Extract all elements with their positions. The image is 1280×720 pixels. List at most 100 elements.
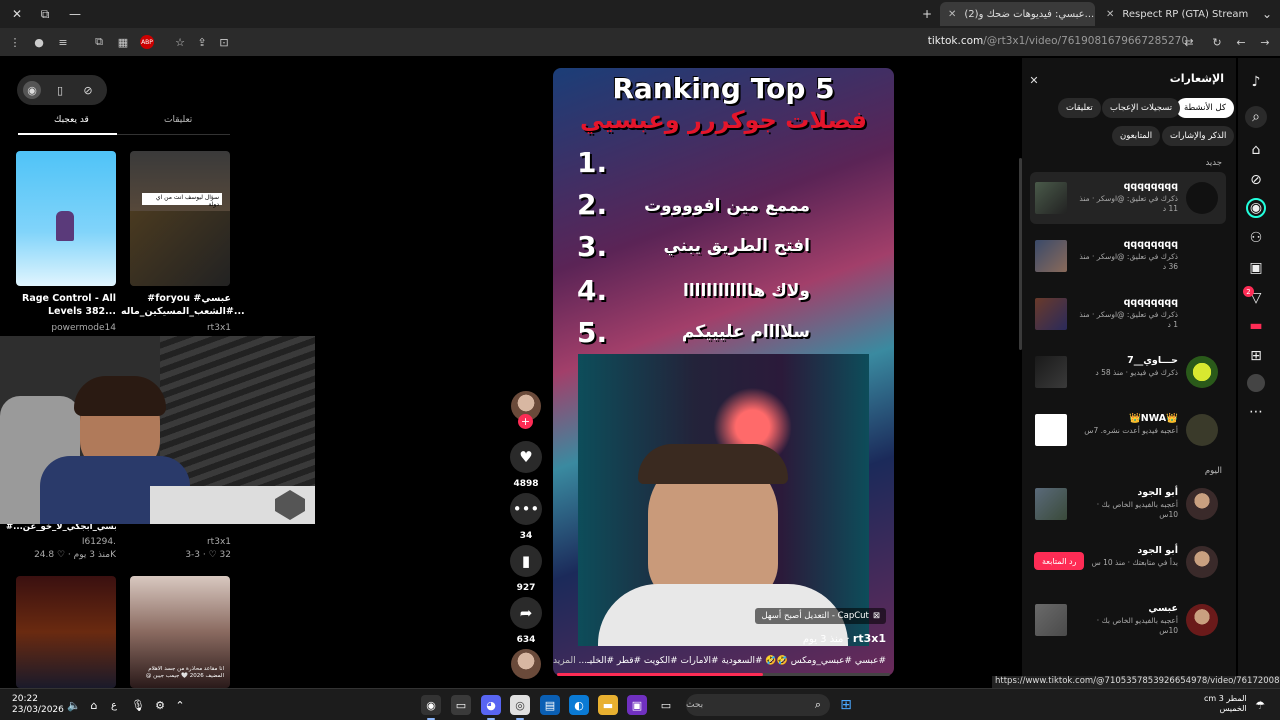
notification-thumbnail[interactable] xyxy=(1035,488,1067,520)
bookmark-star-icon[interactable]: ☆ xyxy=(171,33,189,51)
chip-mentions[interactable]: الذكر والإشارات xyxy=(1162,126,1235,146)
chrome-icon[interactable]: ◎ xyxy=(510,695,530,720)
activity-icon[interactable]: ▬ xyxy=(1246,316,1266,336)
video-author-4[interactable]: rt3x1 xyxy=(121,537,231,547)
chip-all-activity[interactable]: كل الأنشطة xyxy=(1176,98,1234,118)
notification-thumbnail[interactable] xyxy=(1035,240,1067,272)
compass-icon[interactable]: ⊘ xyxy=(79,81,97,99)
live-icon[interactable]: ▣ xyxy=(1246,258,1266,278)
more-icon[interactable]: ⋯ xyxy=(1246,402,1266,422)
tray-chevron-icon[interactable]: ⌃ xyxy=(170,695,190,715)
extension-shield-icon[interactable]: ● xyxy=(30,33,48,51)
notification-thumbnail[interactable] xyxy=(1035,414,1067,446)
screenshot-icon[interactable]: ⊡ xyxy=(215,33,233,51)
security-icon[interactable]: ⚙ xyxy=(150,695,170,715)
photoshop-icon[interactable]: ▣ xyxy=(627,695,647,715)
notification-thumbnail[interactable] xyxy=(1035,356,1067,388)
notification-thumbnail[interactable] xyxy=(1035,298,1067,330)
discord-icon[interactable]: ◕ xyxy=(481,695,501,720)
close-icon[interactable]: ✕ xyxy=(1026,72,1042,88)
tab-respect-rp[interactable]: ✕ Respect RP (GTA) Streaming - L K xyxy=(1098,2,1248,26)
menu-icon[interactable]: ⋮ xyxy=(6,33,24,51)
video-title-2[interactable]: #foryou #عبسي #الشعب_المسيكين_ماله... xyxy=(121,292,245,318)
tiktok-logo-icon[interactable]: ♪ xyxy=(1246,72,1266,92)
clock[interactable]: 20:22 23/03/2026 xyxy=(12,694,64,716)
save-action[interactable]: ▮ 927 xyxy=(510,545,542,593)
tab-tiktok[interactable]: ✕ (2)عبسي: فيديوهات ضحك و... ♪ xyxy=(940,2,1095,26)
avatar[interactable] xyxy=(1186,546,1218,578)
chip-comments[interactable]: تعليقات xyxy=(1058,98,1101,118)
follow-plus-icon[interactable]: + xyxy=(518,414,533,429)
site-settings-icon[interactable]: ⇄ xyxy=(1180,33,1198,51)
chip-likes[interactable]: تسجيلات الإعجاب xyxy=(1102,98,1181,118)
weather-widget[interactable]: المطر 3 cm الخميس xyxy=(1204,694,1247,714)
windows-start-icon[interactable]: ⊞ xyxy=(836,695,856,715)
notification-item[interactable]: qqqqqqqq ذكرك في تعليق: @اوسكر · منذ 1 د xyxy=(1030,288,1226,340)
upload-icon[interactable]: ⊞ xyxy=(1246,346,1266,366)
search-icon[interactable]: ⌕ xyxy=(1245,106,1267,128)
extensions-icon[interactable]: ⧉ xyxy=(90,33,108,51)
url-field[interactable]: tiktok.com/@rt3x1/video/7619081679667285… xyxy=(928,35,1188,47)
forward-icon[interactable]: ← xyxy=(1232,33,1250,51)
video-thumb-5[interactable] xyxy=(16,576,116,688)
store-icon[interactable]: ▤ xyxy=(540,695,560,715)
comment-action[interactable]: ••• 34 xyxy=(510,493,542,541)
tab-comments[interactable]: تعليقات xyxy=(164,115,192,125)
new-tab-icon[interactable]: + xyxy=(912,0,942,28)
microphone-icon[interactable]: 🎙 xyxy=(128,695,148,715)
like-action[interactable]: ♥ 4898 xyxy=(510,441,542,489)
pin-icon[interactable]: ▦ xyxy=(114,33,132,51)
avatar[interactable] xyxy=(1186,182,1218,214)
tab-search-icon[interactable]: ⌄ xyxy=(1252,0,1280,28)
video-hashtags[interactable]: #عبسي #عبسي_ومكس 🤣🤣 #السعودية #الامارات … xyxy=(553,656,886,666)
maximize-window-icon[interactable]: ⧉ xyxy=(30,0,60,28)
phone-icon[interactable]: ▯ xyxy=(51,81,69,99)
video-thumb-6[interactable]: انا مقاعد محاذرة من جسد الاهلام المضيف 2… xyxy=(130,576,230,688)
notification-item[interactable]: عبسي أعجبه بالفيديو الخاص بك · 10س xyxy=(1030,594,1226,646)
notification-item[interactable]: qqqqqqqq ذكرك في تعليق: @اوسكر · منذ 11 … xyxy=(1030,172,1226,224)
close-window-icon[interactable]: ✕ xyxy=(2,0,32,28)
app-icon[interactable]: ▭ xyxy=(656,695,676,715)
tab-close-icon[interactable]: ✕ xyxy=(1106,9,1114,20)
bookmark-icon[interactable]: ▮ xyxy=(510,545,542,577)
video-author-3[interactable]: I61294. xyxy=(6,537,116,547)
obs-icon[interactable]: ◉ xyxy=(421,695,441,720)
speaker-icon[interactable]: 🔈 xyxy=(64,695,84,715)
capcut-badge[interactable]: ⊠ CapCut - التعديل أصبح أسهل xyxy=(755,608,886,624)
heart-icon[interactable]: ♥ xyxy=(510,441,542,473)
notification-item[interactable]: 👑NWA👑 أعجبه فيديو أعدت نشره. 7س xyxy=(1030,404,1226,456)
tab-you-may-like[interactable]: قد يعجبك xyxy=(54,115,89,125)
following-avatar-icon[interactable]: ◉ xyxy=(1246,198,1266,218)
notification-item[interactable]: أبو الجود أعجبه بالفيديو الخاص بك · 10س xyxy=(1030,478,1226,530)
explore-icon[interactable]: ⊘ xyxy=(1246,170,1266,190)
file-explorer-icon[interactable]: ▬ xyxy=(598,695,618,715)
friends-icon[interactable]: ⚇ xyxy=(1246,228,1266,248)
share-arrow-icon[interactable]: ➦ xyxy=(510,597,542,629)
avatar[interactable] xyxy=(1186,488,1218,520)
notification-item[interactable]: حـــاوي__7 ذكرك في فيديو · منذ 58 د xyxy=(1030,346,1226,398)
back-icon[interactable]: → xyxy=(1256,33,1274,51)
video-author-2[interactable]: rt3x1 xyxy=(121,323,231,333)
scrollbar[interactable] xyxy=(1019,158,1022,350)
music-avatar[interactable] xyxy=(511,649,541,679)
notification-item[interactable]: qqqqqqqq ذكرك في تعليق: @اوسكر · منذ 36 … xyxy=(1030,230,1226,282)
notification-thumbnail[interactable] xyxy=(1035,604,1067,636)
video-author[interactable]: rt3x1 · منذ 3 يوم xyxy=(803,632,886,645)
avatar-icon[interactable]: ◉ xyxy=(23,81,41,99)
avatar[interactable] xyxy=(1186,604,1218,636)
avatar[interactable] xyxy=(1186,414,1218,446)
adblock-icon[interactable]: ABP xyxy=(138,33,156,51)
edge-icon[interactable]: ◐ xyxy=(569,695,589,715)
share-icon[interactable]: ⇪ xyxy=(193,33,211,51)
notification-item[interactable]: أبو الجود بدأ في متابعتك · منذ 10 س رد ا… xyxy=(1030,536,1226,588)
video-thumb-1[interactable] xyxy=(16,151,116,286)
media-icon[interactable]: ≡ xyxy=(54,33,72,51)
video-player[interactable]: Ranking Top 5 فصلات جوكررر وعبسيي 1. 2. … xyxy=(553,68,894,676)
share-action[interactable]: ➦ 634 xyxy=(510,597,542,645)
chip-followers[interactable]: المتابعون xyxy=(1112,126,1161,146)
terminal-icon[interactable]: ▭ xyxy=(451,695,471,715)
notification-thumbnail[interactable] xyxy=(1035,182,1067,214)
comment-icon[interactable]: ••• xyxy=(510,493,542,525)
avatar[interactable] xyxy=(1186,356,1218,388)
video-thumb-2[interactable]: سؤال ليوسف انت من اي دولة xyxy=(130,151,230,286)
